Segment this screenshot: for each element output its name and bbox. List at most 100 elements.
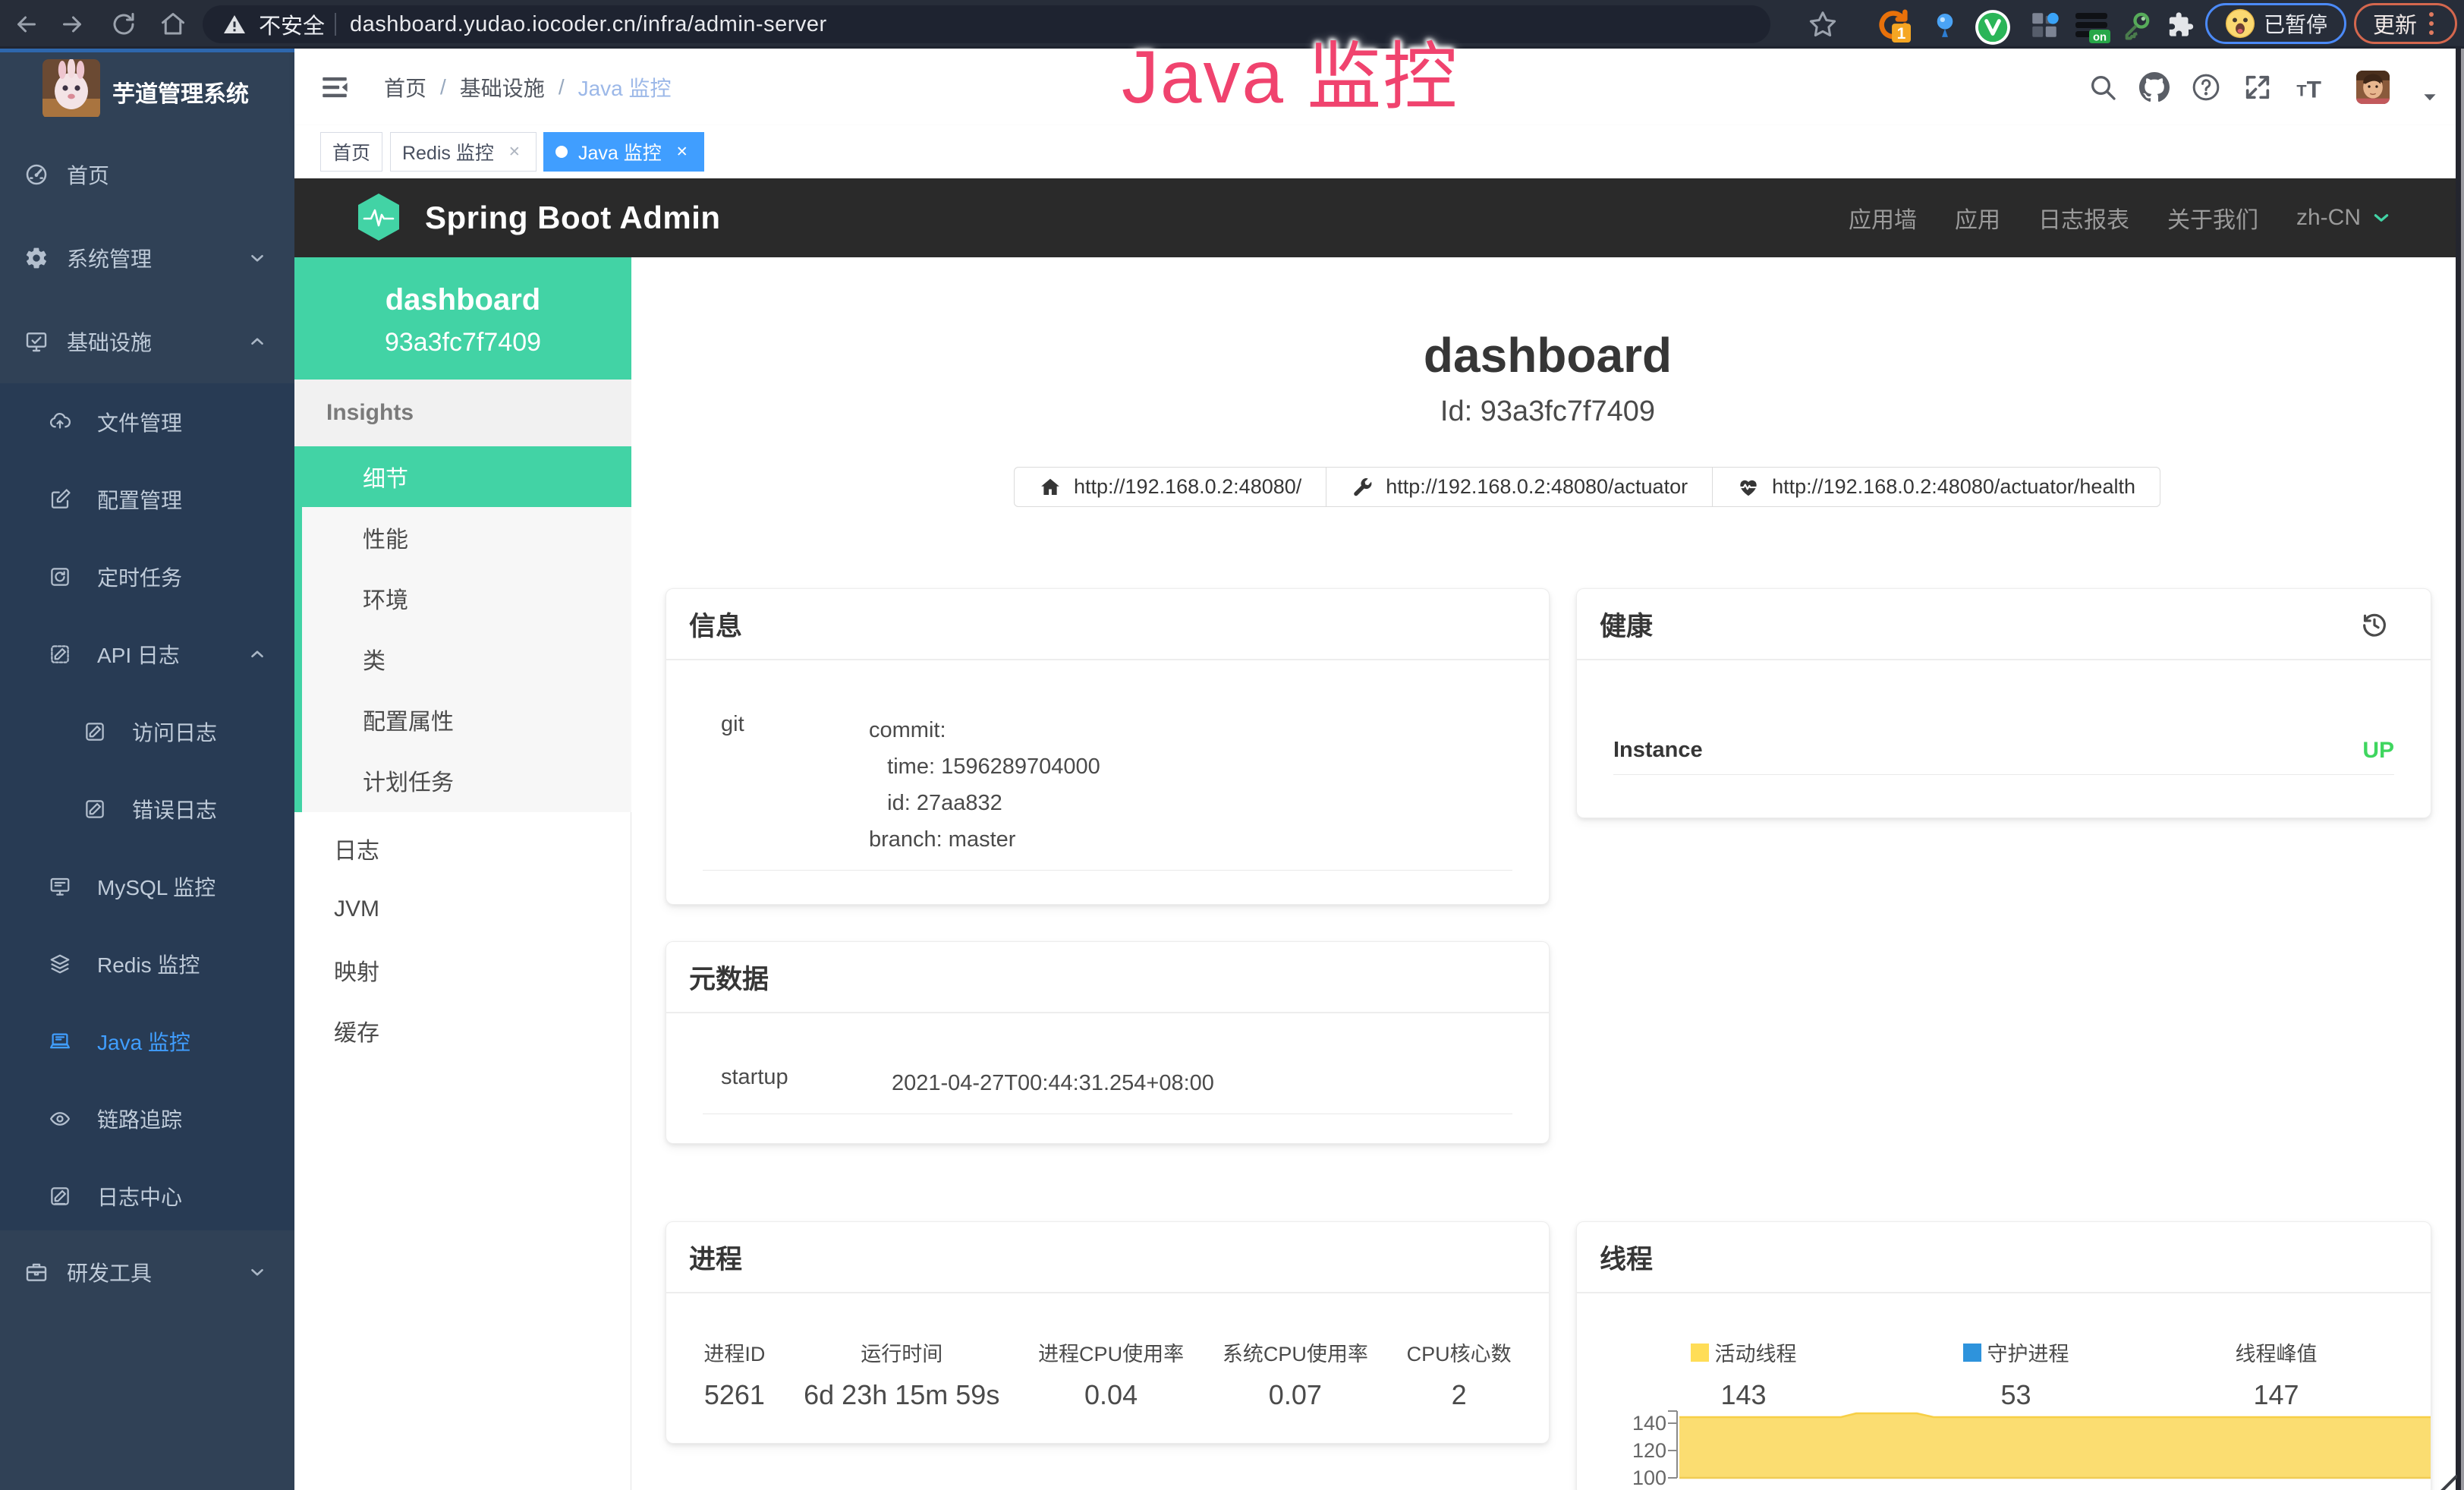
sidebar-logo[interactable]: 芋道管理系统 — [0, 49, 294, 133]
management-url-button[interactable]: http://192.168.0.2:48080/actuator — [1326, 467, 1713, 507]
browser-update-button[interactable]: 更新 — [2354, 3, 2457, 44]
sidebar-item-home[interactable]: 首页 — [0, 133, 294, 216]
laptop-icon — [49, 1030, 71, 1053]
sba-item-logs[interactable]: 日志 — [294, 818, 631, 879]
font-size-icon[interactable]: T T — [2294, 72, 2324, 102]
extension-grid-icon[interactable] — [2025, 6, 2064, 44]
chevron-down-icon — [247, 248, 267, 268]
tag-home[interactable]: 首页 — [320, 132, 382, 172]
sba-menu-journal[interactable]: 日志报表 — [2038, 201, 2129, 235]
address-bar[interactable]: 不安全 dashboard.yudao.iocoder.cn/infra/adm… — [203, 5, 1770, 43]
instance-title: dashboard — [631, 327, 2464, 383]
sba-instance-header[interactable]: dashboard 93a3fc7f7409 — [294, 257, 631, 380]
metadata-row-label: startup — [721, 1065, 892, 1101]
github-icon[interactable] — [2139, 72, 2170, 102]
sidebar-item-tracing[interactable]: 链路追踪 — [0, 1080, 294, 1158]
sba-item-environment[interactable]: 环境 — [302, 568, 631, 628]
sba-item-details[interactable]: 细节 — [294, 446, 631, 507]
sidebar-item-label: 日志中心 — [97, 1181, 182, 1211]
sidebar-item-redis-monitor[interactable]: Redis 监控 — [0, 925, 294, 1003]
sidebar-item-mysql-monitor[interactable]: MySQL 监控 — [0, 848, 294, 925]
extension-restore-icon[interactable]: 1 — [1871, 6, 1915, 44]
sba-section-label: Insights — [294, 380, 631, 446]
sidebar-item-label: 链路追踪 — [97, 1104, 182, 1134]
breadcrumb-home[interactable]: 首页 — [384, 72, 426, 102]
sba-menu-wallboard[interactable]: 应用墙 — [1849, 201, 1917, 235]
sba-item-caches[interactable]: 缓存 — [294, 1000, 631, 1061]
sidebar-item-scheduled-tasks[interactable]: 定时任务 — [0, 538, 294, 616]
user-avatar[interactable] — [2356, 71, 2390, 104]
app-title: 芋道管理系统 — [112, 55, 249, 129]
sidebar-item-label: 基础设施 — [67, 326, 152, 357]
tag-java-monitor[interactable]: Java 监控 ✕ — [543, 132, 704, 172]
tag-close-icon[interactable]: ✕ — [505, 142, 524, 162]
sidebar-item-access-logs[interactable]: 访问日志 — [0, 693, 294, 770]
help-icon[interactable] — [2191, 72, 2221, 102]
search-icon[interactable] — [2088, 72, 2118, 102]
extension-pin-icon[interactable] — [1926, 6, 1964, 44]
process-stats: 进程ID 5261 运行时间 6d 23h 15m 59s 进程CPU使用率 0… — [684, 1337, 1531, 1411]
sidebar-item-label: API 日志 — [97, 639, 180, 669]
tag-redis-monitor[interactable]: Redis 监控 ✕ — [390, 132, 537, 172]
breadcrumb-infrastructure[interactable]: 基础设施 — [460, 72, 545, 102]
sidebar-item-file-management[interactable]: 文件管理 — [0, 383, 294, 461]
sidebar-item-log-center[interactable]: 日志中心 — [0, 1158, 294, 1235]
sba-locale-select[interactable]: zh-CN — [2296, 205, 2391, 231]
tag-close-icon[interactable]: ✕ — [672, 142, 692, 162]
stat-label: 运行时间 — [861, 1337, 942, 1367]
stat-label: 系统CPU使用率 — [1223, 1337, 1368, 1367]
sba-item-metrics[interactable]: 性能 — [302, 507, 631, 568]
sidebar-item-error-logs[interactable]: 错误日志 — [0, 770, 294, 848]
sba-item-jvm[interactable]: JVM — [294, 879, 631, 940]
extension-tabs-on-icon[interactable]: on — [2069, 6, 2116, 47]
sidebar-item-system[interactable]: 系统管理 — [0, 216, 294, 300]
sidebar-collapse-button[interactable] — [319, 71, 351, 103]
sba-brand-title[interactable]: Spring Boot Admin — [425, 178, 721, 257]
browser-forward-button[interactable] — [57, 9, 87, 39]
stat-value: 0.07 — [1269, 1379, 1322, 1411]
sba-sidebar: dashboard 93a3fc7f7409 Insights 细节 性能 环境… — [294, 257, 631, 1490]
sidebar-item-dev-tools[interactable]: 研发工具 — [0, 1230, 294, 1314]
health-url-button[interactable]: http://192.168.0.2:48080/actuator/health — [1713, 467, 2160, 507]
chevron-up-icon — [247, 644, 267, 664]
bookmark-star-button[interactable] — [1808, 9, 1838, 39]
sidebar-item-config-management[interactable]: 配置管理 — [0, 461, 294, 538]
sidebar-item-java-monitor[interactable]: Java 监控 — [0, 1003, 294, 1080]
blue-pin-icon — [1931, 11, 1959, 39]
instance-url-group: http://192.168.0.2:48080/ http://192.168… — [1014, 467, 2160, 507]
extension-green-circle-icon[interactable] — [1970, 6, 2016, 49]
url-text[interactable]: dashboard.yudao.iocoder.cn/infra/admin-s… — [350, 12, 827, 37]
security-label[interactable]: 不安全 — [259, 8, 325, 40]
breadcrumb-separator: / — [440, 75, 446, 99]
browser-reload-button[interactable] — [109, 9, 139, 39]
sidebar-item-api-logs[interactable]: API 日志 — [0, 616, 294, 693]
sba-item-classes[interactable]: 类 — [302, 628, 631, 689]
legend-daemon-icon — [1963, 1344, 1981, 1362]
sba-menu-applications[interactable]: 应用 — [1955, 201, 2000, 235]
profile-paused-badge[interactable]: 已暂停 — [2205, 3, 2346, 44]
health-url: http://192.168.0.2:48080/actuator/health — [1772, 475, 2135, 499]
metadata-row-value: 2021-04-27T00:44:31.254+08:00 — [892, 1065, 1494, 1101]
metadata-card-header: 元数据 — [666, 942, 1549, 1013]
threads-stats: 活动线程 143 守护进程 53 — [1607, 1337, 2400, 1411]
browser-home-button[interactable] — [158, 9, 188, 39]
log-edit-icon — [83, 720, 106, 743]
stat-value: 2 — [1452, 1379, 1467, 1411]
stat-label: 线程峰值 — [2236, 1337, 2318, 1367]
sidebar-item-infrastructure[interactable]: 基础设施 — [0, 300, 294, 383]
browser-back-button[interactable] — [11, 9, 42, 39]
caret-down-icon[interactable] — [2420, 87, 2440, 107]
tag-label: Java 监控 — [578, 138, 662, 165]
extension-key-icon[interactable] — [2119, 6, 2155, 44]
sba-item-config-props[interactable]: 配置属性 — [302, 689, 631, 750]
fullscreen-icon[interactable] — [2242, 72, 2273, 102]
browser-menu-kebab-icon[interactable] — [2429, 12, 2434, 35]
sba-item-mappings[interactable]: 映射 — [294, 940, 631, 1000]
management-url: http://192.168.0.2:48080/actuator — [1386, 475, 1688, 499]
sba-menu-about[interactable]: 关于我们 — [2167, 201, 2258, 235]
info-row-value: commit: time: 1596289704000 id: 27aa832 … — [869, 712, 1494, 858]
sba-item-scheduled-tasks[interactable]: 计划任务 — [302, 750, 631, 811]
extensions-puzzle-button[interactable] — [2160, 6, 2199, 44]
service-url-button[interactable]: http://192.168.0.2:48080/ — [1014, 467, 1326, 507]
history-icon[interactable] — [2359, 609, 2390, 639]
